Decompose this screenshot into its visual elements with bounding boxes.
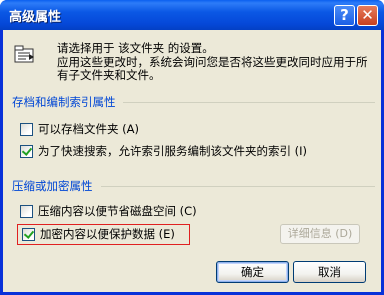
advanced-attributes-dialog: 高级属性 ? ✕ 请选择用于 该文件夹 的设置。 应用这些更改时，系统会询问您是… <box>0 0 384 295</box>
close-icon: ✕ <box>361 6 374 24</box>
help-icon: ? <box>340 6 349 24</box>
close-button[interactable]: ✕ <box>357 5 378 26</box>
window-title: 高级属性 <box>9 10 62 25</box>
ok-button[interactable]: 确定 <box>216 261 289 283</box>
compress-group-divider <box>101 186 375 187</box>
details-button[interactable]: 详细信息 (D) <box>280 224 360 244</box>
encrypt-checkbox-row[interactable]: 加密内容以便保护数据 (E) <box>22 226 175 242</box>
intro-text: 请选择用于 该文件夹 的设置。 <box>57 41 214 55</box>
intro-description: 应用这些更改时，系统会询问您是否将这些更改同时应用于所有子文件夹和文件。 <box>57 55 368 82</box>
archive-group-divider <box>123 102 375 103</box>
index-checkbox[interactable] <box>20 144 33 158</box>
encrypt-checkbox[interactable] <box>22 227 35 241</box>
index-checkbox-label[interactable]: 为了快速搜索，允许索引服务编制该文件夹的索引 (I) <box>38 143 307 159</box>
index-checkbox-row[interactable]: 为了快速搜索，允许索引服务编制该文件夹的索引 (I) <box>20 143 307 159</box>
folder-properties-icon <box>14 45 34 63</box>
cancel-button[interactable]: 取消 <box>293 261 366 283</box>
compress-checkbox-label[interactable]: 压缩内容以便节省磁盘空间 (C) <box>38 203 197 219</box>
help-button[interactable]: ? <box>334 5 355 26</box>
archive-group-title: 存档和编制索引属性 <box>12 95 116 109</box>
compress-checkbox-row[interactable]: 压缩内容以便节省磁盘空间 (C) <box>20 203 197 219</box>
archive-checkbox[interactable] <box>20 122 33 136</box>
title-bar[interactable]: 高级属性 ? ✕ <box>0 0 384 30</box>
compress-group-title: 压缩或加密属性 <box>12 179 93 193</box>
dialog-client-area: 请选择用于 该文件夹 的设置。 应用这些更改时，系统会询问您是否将这些更改同时应… <box>3 30 381 292</box>
archive-checkbox-label[interactable]: 可以存档文件夹 (A) <box>38 121 139 137</box>
compress-checkbox[interactable] <box>20 204 33 218</box>
encrypt-checkbox-label[interactable]: 加密内容以便保护数据 (E) <box>40 226 175 242</box>
archive-checkbox-row[interactable]: 可以存档文件夹 (A) <box>20 121 139 137</box>
